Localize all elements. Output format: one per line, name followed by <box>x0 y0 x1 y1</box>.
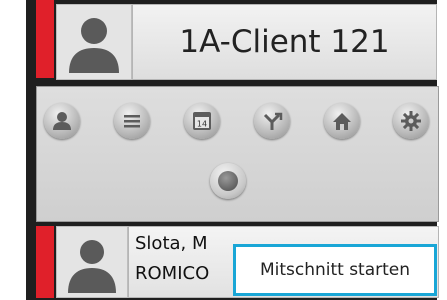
settings-button[interactable] <box>393 103 429 139</box>
status-bar-bottom <box>36 226 54 298</box>
list-icon <box>124 115 140 128</box>
client-company: ROMICO <box>135 263 210 284</box>
person-icon <box>53 112 71 130</box>
second-client-avatar <box>56 226 128 298</box>
record-icon <box>218 171 238 191</box>
tooltip: Mitschnitt starten <box>233 244 437 296</box>
status-bar-top <box>36 0 54 78</box>
person-button[interactable] <box>44 103 80 139</box>
calendar-day: 14 <box>197 120 207 129</box>
person-silhouette-icon <box>69 18 119 73</box>
calendar-button[interactable]: 14 <box>184 103 220 139</box>
record-button[interactable] <box>210 163 246 199</box>
transfer-button[interactable] <box>254 103 290 139</box>
client-avatar <box>56 4 132 80</box>
list-button[interactable] <box>114 103 150 139</box>
client-name: Slota, M <box>135 233 208 254</box>
home-icon <box>333 113 351 130</box>
gear-icon <box>401 111 421 131</box>
client-title[interactable]: 1A-Client 121 <box>132 4 437 80</box>
transfer-icon <box>263 112 283 130</box>
calendar-icon: 14 <box>193 112 211 130</box>
home-button[interactable] <box>324 103 360 139</box>
person-silhouette-icon <box>68 240 116 293</box>
action-toolbar: 14 <box>36 86 439 222</box>
